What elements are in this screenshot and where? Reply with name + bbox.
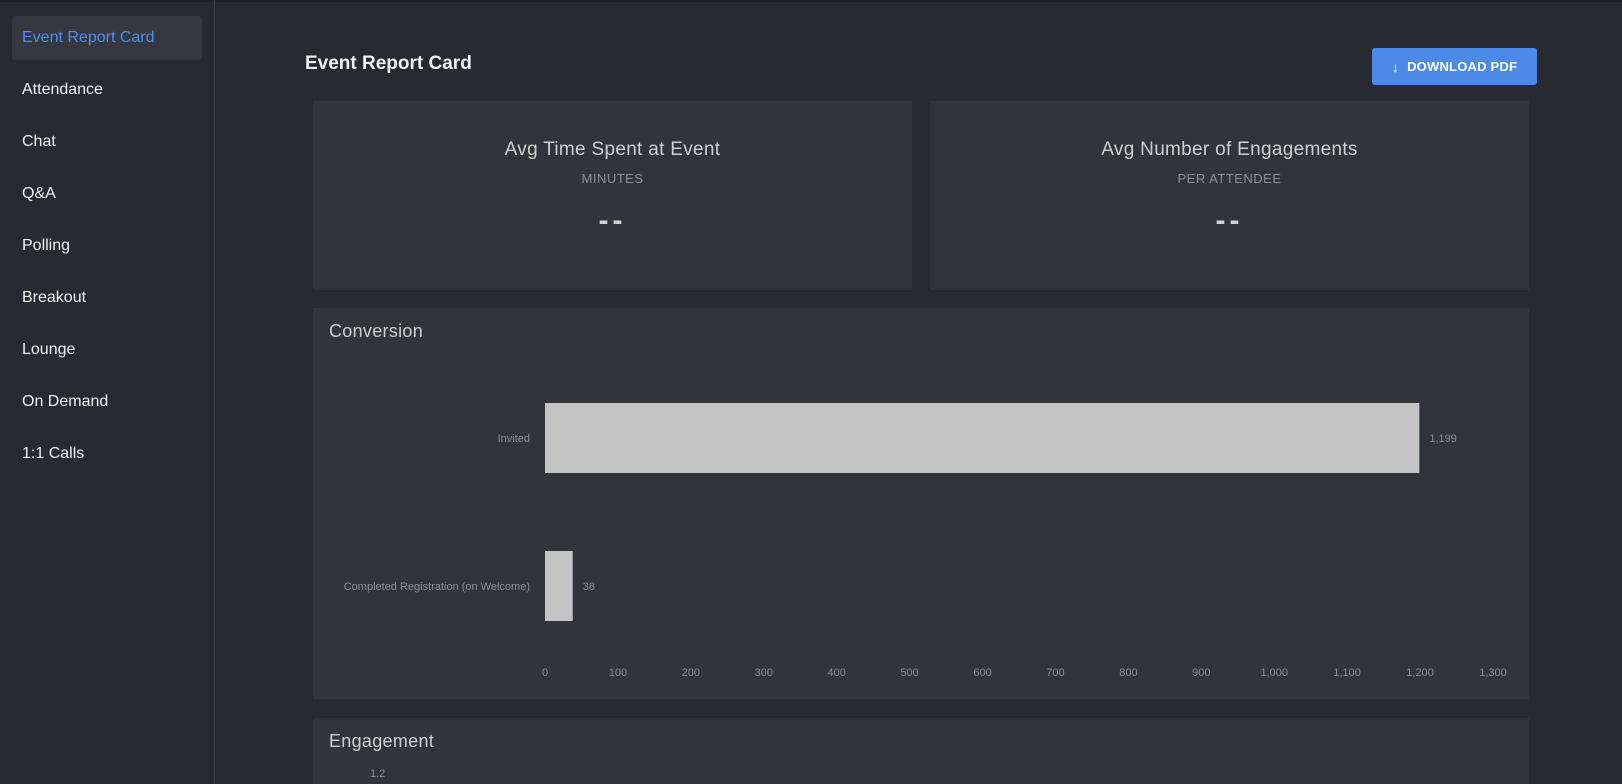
bar-value-label: 1,199 xyxy=(1429,433,1457,445)
x-tick-label: 200 xyxy=(682,667,700,679)
sidebar-item-qa[interactable]: Q&A xyxy=(12,172,202,216)
download-pdf-button[interactable]: ↓ DOWNLOAD PDF xyxy=(1372,48,1537,85)
sidebar-item-calls[interactable]: 1:1 Calls xyxy=(12,432,202,476)
x-tick-label: 1,300 xyxy=(1479,667,1507,679)
sidebar-item-on-demand[interactable]: On Demand xyxy=(12,380,202,424)
avg-engagements-subtitle: PER ATTENDEE xyxy=(1177,171,1282,186)
x-tick-label: 600 xyxy=(973,667,991,679)
avg-time-value: -- xyxy=(598,204,627,237)
arrow-down-icon: ↓ xyxy=(1391,58,1400,75)
x-tick-label: 400 xyxy=(828,667,846,679)
avg-engagements-title: Avg Number of Engagements xyxy=(1101,139,1358,160)
conversion-bar[interactable] xyxy=(545,403,1420,473)
x-tick-label: 100 xyxy=(609,667,627,679)
avg-time-title: Avg Time Spent at Event xyxy=(504,139,721,160)
category-label: Completed Registration (on Welcome) xyxy=(344,581,530,593)
sidebar-item-lounge[interactable]: Lounge xyxy=(12,328,202,372)
avg-engagements-value: -- xyxy=(1215,204,1244,237)
x-tick-label: 0 xyxy=(542,667,548,679)
sidebar-item-breakout[interactable]: Breakout xyxy=(12,276,202,320)
x-tick-label: 500 xyxy=(900,667,918,679)
bar-value-label: 38 xyxy=(583,581,595,593)
page-title: Event Report Card xyxy=(305,53,472,74)
conversion-chart: Invited 1,199 Completed Registration (on W… xyxy=(344,403,1507,679)
download-pdf-label: DOWNLOAD PDF xyxy=(1407,59,1518,74)
engagement-title: Engagement xyxy=(329,731,435,751)
sidebar-item-event-report-card[interactable]: Event Report Card xyxy=(12,16,202,60)
sidebar-item-polling[interactable]: Polling xyxy=(12,224,202,268)
engagement-card: Engagement 1.2 xyxy=(313,718,1529,784)
x-tick-label: 300 xyxy=(755,667,773,679)
x-tick-label: 1,200 xyxy=(1406,667,1434,679)
engagement-y-tick: 1.2 xyxy=(370,768,386,780)
avg-time-subtitle: MINUTES xyxy=(581,171,644,186)
top-divider xyxy=(0,0,1622,2)
x-tick-label: 1,000 xyxy=(1260,667,1288,679)
x-tick-label: 900 xyxy=(1192,667,1210,679)
x-tick-label: 1,100 xyxy=(1333,667,1361,679)
category-label: Invited xyxy=(498,433,530,445)
sidebar-item-attendance[interactable]: Attendance xyxy=(12,68,202,112)
avg-engagements-card: Avg Number of Engagements PER ATTENDEE -… xyxy=(930,101,1529,290)
conversion-bar[interactable] xyxy=(545,551,573,621)
avg-time-card: Avg Time Spent at Event MINUTES -- xyxy=(313,101,912,290)
app-root: Event Report Card Attendance Chat Q&A Po… xyxy=(0,0,1622,784)
x-tick-label: 700 xyxy=(1046,667,1064,679)
x-tick-label: 800 xyxy=(1119,667,1137,679)
sidebar: Event Report Card Attendance Chat Q&A Po… xyxy=(0,0,215,784)
conversion-card: Conversion Invited 1,199 Completed Registr… xyxy=(313,308,1529,699)
sidebar-item-chat[interactable]: Chat xyxy=(12,120,202,164)
